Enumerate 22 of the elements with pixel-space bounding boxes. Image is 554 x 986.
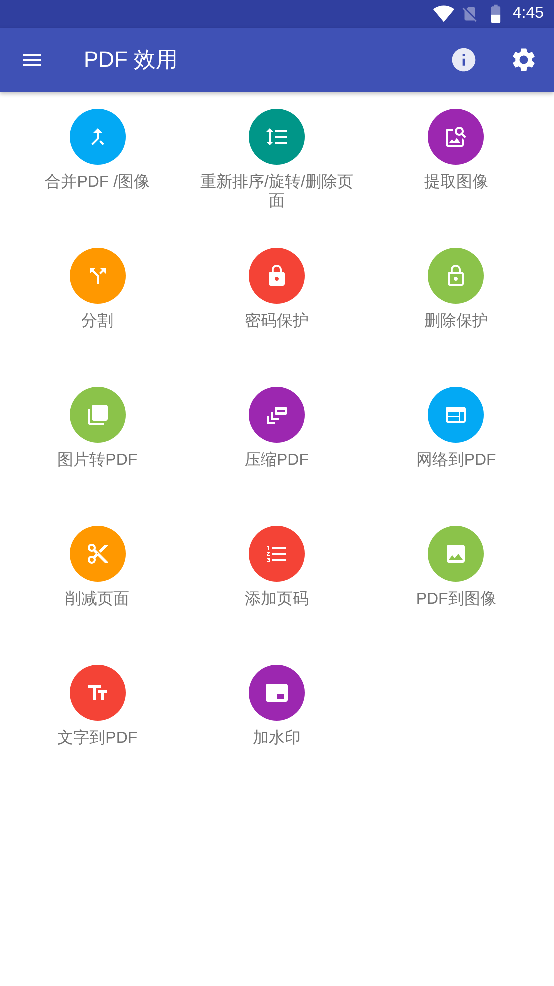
tool-button[interactable]: 添加页码 <box>198 526 356 609</box>
tool-button[interactable]: 压缩PDF <box>198 387 356 470</box>
info-icon <box>450 46 478 74</box>
wifi-icon <box>432 3 455 25</box>
no-sim-icon <box>460 5 479 23</box>
tool-button[interactable]: 提取图像 <box>377 109 536 192</box>
tool-button[interactable]: 图片转PDF <box>18 387 177 470</box>
tool-button[interactable]: 网络到PDF <box>377 387 536 470</box>
tool-button[interactable]: PDF到图像 <box>377 526 536 609</box>
tool-button[interactable]: 加水印 <box>198 665 356 748</box>
tool-button[interactable]: 合并PDF /图像 <box>18 109 177 192</box>
clock-time: 4:45 <box>512 5 544 23</box>
tool-button[interactable]: 分割 <box>18 248 177 331</box>
settings-button[interactable] <box>510 46 538 74</box>
tool-button[interactable]: 削减页面 <box>18 526 177 609</box>
tool-button[interactable]: 重新排序/旋转/删除页面 <box>198 109 356 211</box>
tool-button[interactable]: 删除保护 <box>377 248 536 331</box>
settings-icon <box>510 46 538 74</box>
tool-button[interactable]: 密码保护 <box>198 248 356 331</box>
info-button[interactable] <box>450 46 478 74</box>
tool-button[interactable]: 文字到PDF <box>18 665 177 748</box>
app-title: PDF 效用 <box>84 46 180 74</box>
